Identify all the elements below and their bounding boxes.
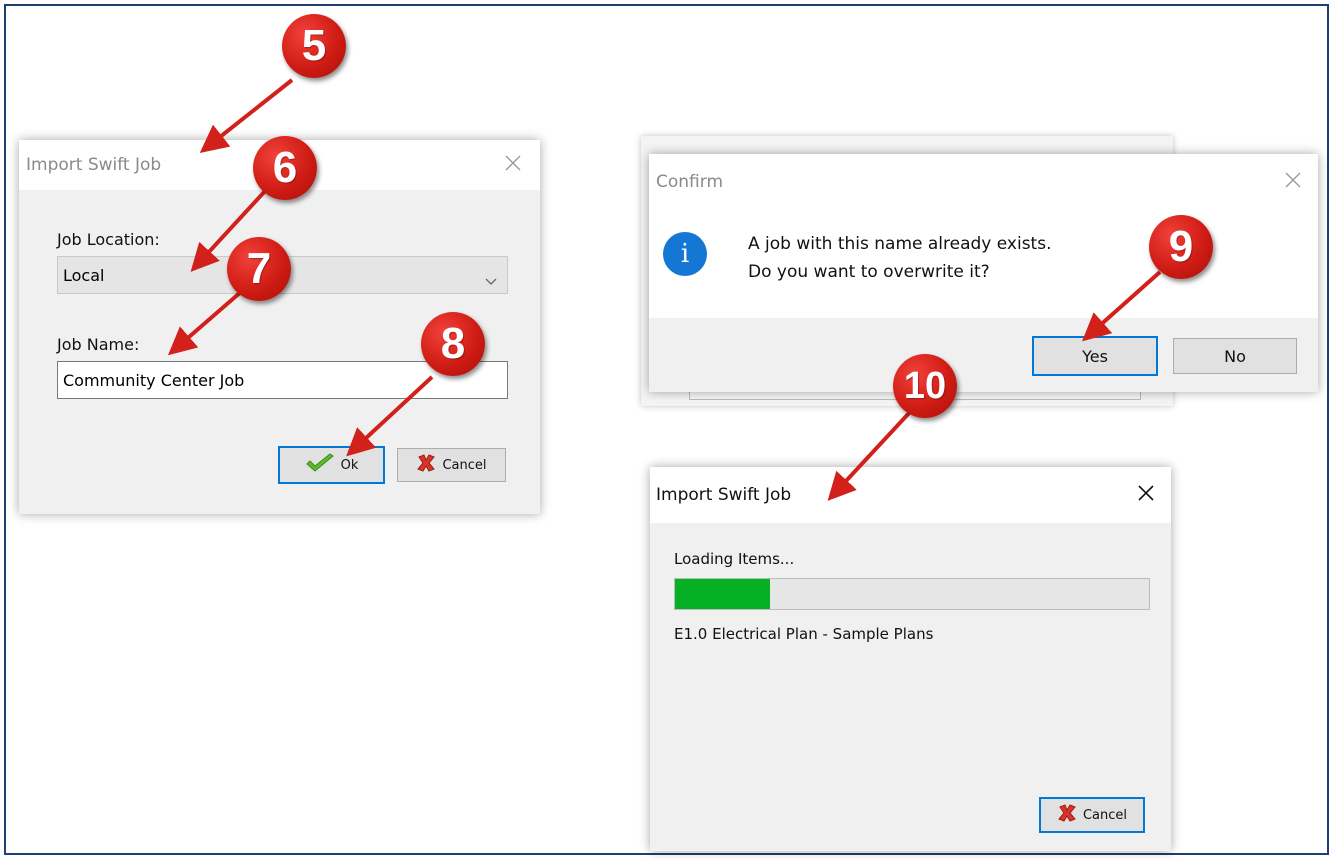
arrow-8 [346,375,434,457]
step-badge-9: 9 [1149,215,1213,279]
step-badge-10: 10 [893,354,957,418]
step-badge-8: 8 [421,312,485,376]
step-badge-5: 5 [282,14,346,78]
step-badge-7: 7 [227,237,291,301]
annotation-arrows [167,78,1162,501]
arrow-7 [167,289,244,356]
arrow-10 [827,410,912,501]
arrow-9 [1082,270,1162,342]
step-badge-6: 6 [253,136,317,200]
